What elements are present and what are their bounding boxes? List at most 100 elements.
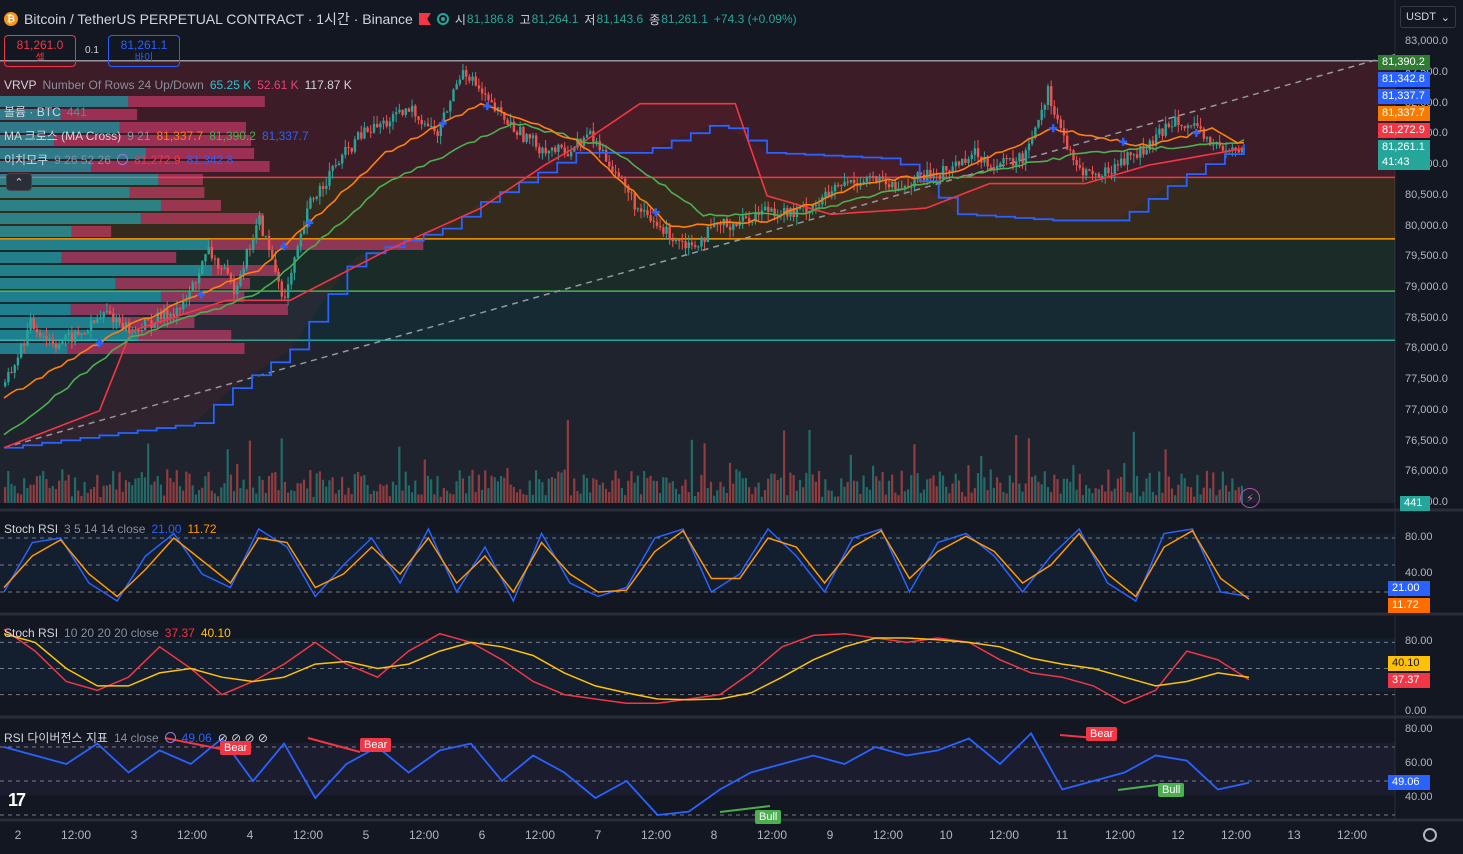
- candle-body: [681, 240, 684, 242]
- candle-body: [614, 171, 617, 173]
- volume-bar: [725, 493, 728, 503]
- stoch1-name: Stoch RSI: [4, 522, 59, 536]
- candle-body: [690, 242, 694, 246]
- candle-body: [420, 119, 423, 125]
- candle-body: [480, 88, 484, 94]
- candle-body: [531, 135, 535, 139]
- candle-body: [13, 365, 16, 373]
- volume-bar: [105, 485, 108, 503]
- candle-body: [1174, 116, 1177, 127]
- time-tick: 12:00: [524, 828, 556, 842]
- candle-body: [191, 282, 194, 291]
- sync-icon[interactable]: [164, 732, 176, 743]
- candle-body: [1088, 169, 1091, 171]
- candle-body: [719, 224, 722, 226]
- candle-body: [407, 108, 411, 112]
- volume-bar: [573, 478, 576, 503]
- ma-cross-legend[interactable]: MA 크로스 (MA Cross) 9 21 81,337.7 81,390.2…: [4, 127, 309, 144]
- volume-bar: [903, 491, 906, 503]
- volume-bar: [639, 494, 643, 503]
- sell-label: 셀: [35, 53, 45, 64]
- stoch1-legend[interactable]: Stoch RSI 3 5 14 14 close 21.00 11.72: [4, 522, 217, 536]
- settings-gear-icon[interactable]: [1423, 828, 1437, 842]
- stoch2-legend[interactable]: Stoch RSI 10 20 20 20 close 37.37 40.10: [4, 626, 231, 640]
- volume-bar: [4, 487, 7, 503]
- volume-bar: [16, 493, 19, 503]
- tradingview-logo[interactable]: 17: [8, 790, 26, 811]
- volume-bar: [439, 496, 442, 503]
- candle-body: [77, 331, 80, 335]
- volume-bar: [652, 480, 655, 503]
- volume-bar: [201, 487, 204, 503]
- vrvp-legend[interactable]: VRVP Number Of Rows 24 Up/Down 65.25 K 5…: [4, 78, 352, 92]
- time-tick: 13: [1287, 828, 1301, 842]
- price-axis-label: 41:43: [1378, 155, 1430, 170]
- collapse-legend-button[interactable]: ⌃: [6, 173, 32, 191]
- volume-bar: [833, 496, 837, 503]
- volume-profile-down-bar: [160, 200, 221, 211]
- volume-bar: [309, 470, 312, 503]
- ichimoku-legend[interactable]: 이치모쿠 9 26 52 26 81,272.9 81,342.8: [4, 151, 233, 168]
- volume-bar: [713, 495, 716, 503]
- candle-body: [236, 285, 239, 295]
- volume-bar: [910, 475, 913, 503]
- volume-bar: [1205, 470, 1209, 503]
- volume-bar: [73, 477, 77, 503]
- flag-icon[interactable]: [418, 13, 431, 25]
- lightning-icon[interactable]: ⚡: [1240, 488, 1260, 508]
- volume-bar: [468, 475, 471, 503]
- volume-bar: [80, 495, 83, 503]
- candle-body: [1237, 150, 1241, 153]
- volume-bar: [1199, 494, 1202, 503]
- buy-button[interactable]: 81,261.1 바이: [108, 35, 180, 67]
- candle-body: [137, 329, 140, 332]
- candle-body: [337, 163, 341, 166]
- candle-body: [19, 343, 23, 358]
- candle-body: [99, 317, 102, 320]
- volume-bar: [668, 482, 671, 503]
- volume-profile-down-bar: [128, 96, 265, 107]
- volume-bar: [45, 479, 48, 503]
- volume-legend[interactable]: 볼륨 · BTC 441: [4, 103, 87, 120]
- volume-bar: [1221, 471, 1224, 503]
- volume-bar: [239, 488, 242, 503]
- price-axis-label: 81,390.2: [1378, 55, 1430, 70]
- price-axis-label: 81,261.1: [1378, 140, 1430, 155]
- currency-select[interactable]: USDT ⌄: [1400, 6, 1456, 28]
- volume-bar: [989, 469, 992, 503]
- candle-body: [4, 382, 7, 387]
- volume-bar: [595, 479, 598, 503]
- sync-icon[interactable]: [116, 154, 128, 165]
- candle-body: [1116, 164, 1120, 166]
- candle-body: [490, 100, 493, 103]
- volume-bar: [1056, 479, 1059, 503]
- volume-bar: [1180, 473, 1183, 503]
- candle-body: [1167, 123, 1171, 127]
- volume-bar: [900, 470, 903, 503]
- candle-body: [840, 184, 843, 186]
- time-tick: 8: [710, 828, 718, 842]
- candle-body: [455, 84, 458, 90]
- candle-body: [763, 206, 767, 211]
- candle-body: [1024, 150, 1028, 164]
- volume-bar: [328, 480, 331, 503]
- sell-button[interactable]: 81,261.0 셀: [4, 35, 76, 67]
- volume-bar: [1075, 489, 1078, 503]
- volume-bar: [436, 476, 439, 503]
- volume-bar: [693, 496, 697, 503]
- candle-body: [973, 148, 977, 155]
- volume-bar: [1081, 495, 1085, 503]
- price-tick: 76,000.0: [1405, 465, 1448, 478]
- candle-body: [217, 258, 220, 269]
- volume-profile-down-bar: [115, 278, 251, 289]
- volume-bar: [229, 474, 232, 503]
- candle-body: [197, 273, 201, 284]
- volume-bar: [1050, 492, 1053, 503]
- symbol-title[interactable]: Bitcoin / TetherUS PERPETUAL CONTRACT · …: [24, 9, 413, 29]
- candle-body: [1212, 144, 1215, 146]
- volume-bar: [426, 475, 430, 503]
- volume-bar: [376, 491, 379, 503]
- volume-bar: [1158, 471, 1161, 503]
- candle-body: [646, 210, 649, 216]
- candle-body: [550, 147, 554, 151]
